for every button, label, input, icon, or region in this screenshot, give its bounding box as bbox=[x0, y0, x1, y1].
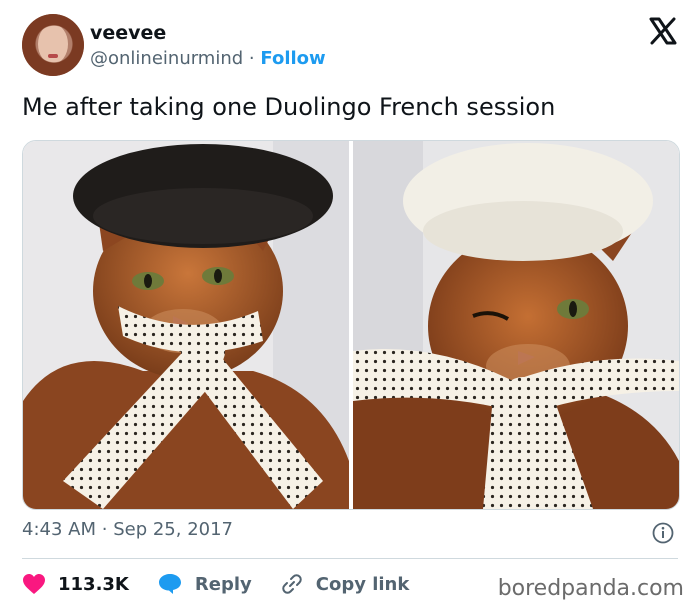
heart-icon bbox=[23, 574, 45, 594]
avatar[interactable] bbox=[22, 14, 84, 76]
tweet-text: Me after taking one Duolingo French sess… bbox=[22, 93, 556, 121]
like-count: 113.3K bbox=[58, 573, 129, 595]
photo-cat-white-beret[interactable] bbox=[353, 141, 679, 509]
copy-link-label: Copy link bbox=[315, 573, 410, 595]
x-logo-icon[interactable] bbox=[648, 16, 678, 46]
link-icon bbox=[282, 574, 302, 594]
tweet-media[interactable] bbox=[22, 140, 680, 510]
display-name[interactable]: veevee bbox=[90, 22, 166, 44]
watermark: boredpanda.com bbox=[497, 576, 684, 601]
info-icon[interactable] bbox=[652, 522, 674, 544]
reply-button[interactable]: Reply bbox=[157, 572, 252, 596]
tweet-timestamp[interactable]: 4:43 AM · Sep 25, 2017 bbox=[22, 519, 233, 540]
like-button[interactable]: 113.3K bbox=[22, 573, 129, 595]
tweet-date[interactable]: Sep 25, 2017 bbox=[113, 519, 233, 540]
handle-separator: · bbox=[248, 48, 255, 69]
tweet-time[interactable]: 4:43 AM bbox=[22, 519, 96, 540]
handle-row: @onlineinurmind · Follow bbox=[90, 48, 326, 69]
user-handle[interactable]: @onlineinurmind bbox=[90, 48, 243, 69]
photo-cat-black-beret[interactable] bbox=[23, 141, 349, 509]
tweet-card: veevee @onlineinurmind · Follow Me after… bbox=[0, 0, 700, 612]
copy-link-button[interactable]: Copy link bbox=[280, 572, 410, 596]
follow-button[interactable]: Follow bbox=[260, 48, 325, 69]
divider bbox=[22, 558, 678, 559]
speech-bubble-icon bbox=[158, 574, 181, 594]
meta-separator: · bbox=[101, 519, 108, 540]
reply-label: Reply bbox=[194, 573, 252, 595]
tweet-actions: 113.3K Reply Copy link bbox=[22, 571, 437, 597]
